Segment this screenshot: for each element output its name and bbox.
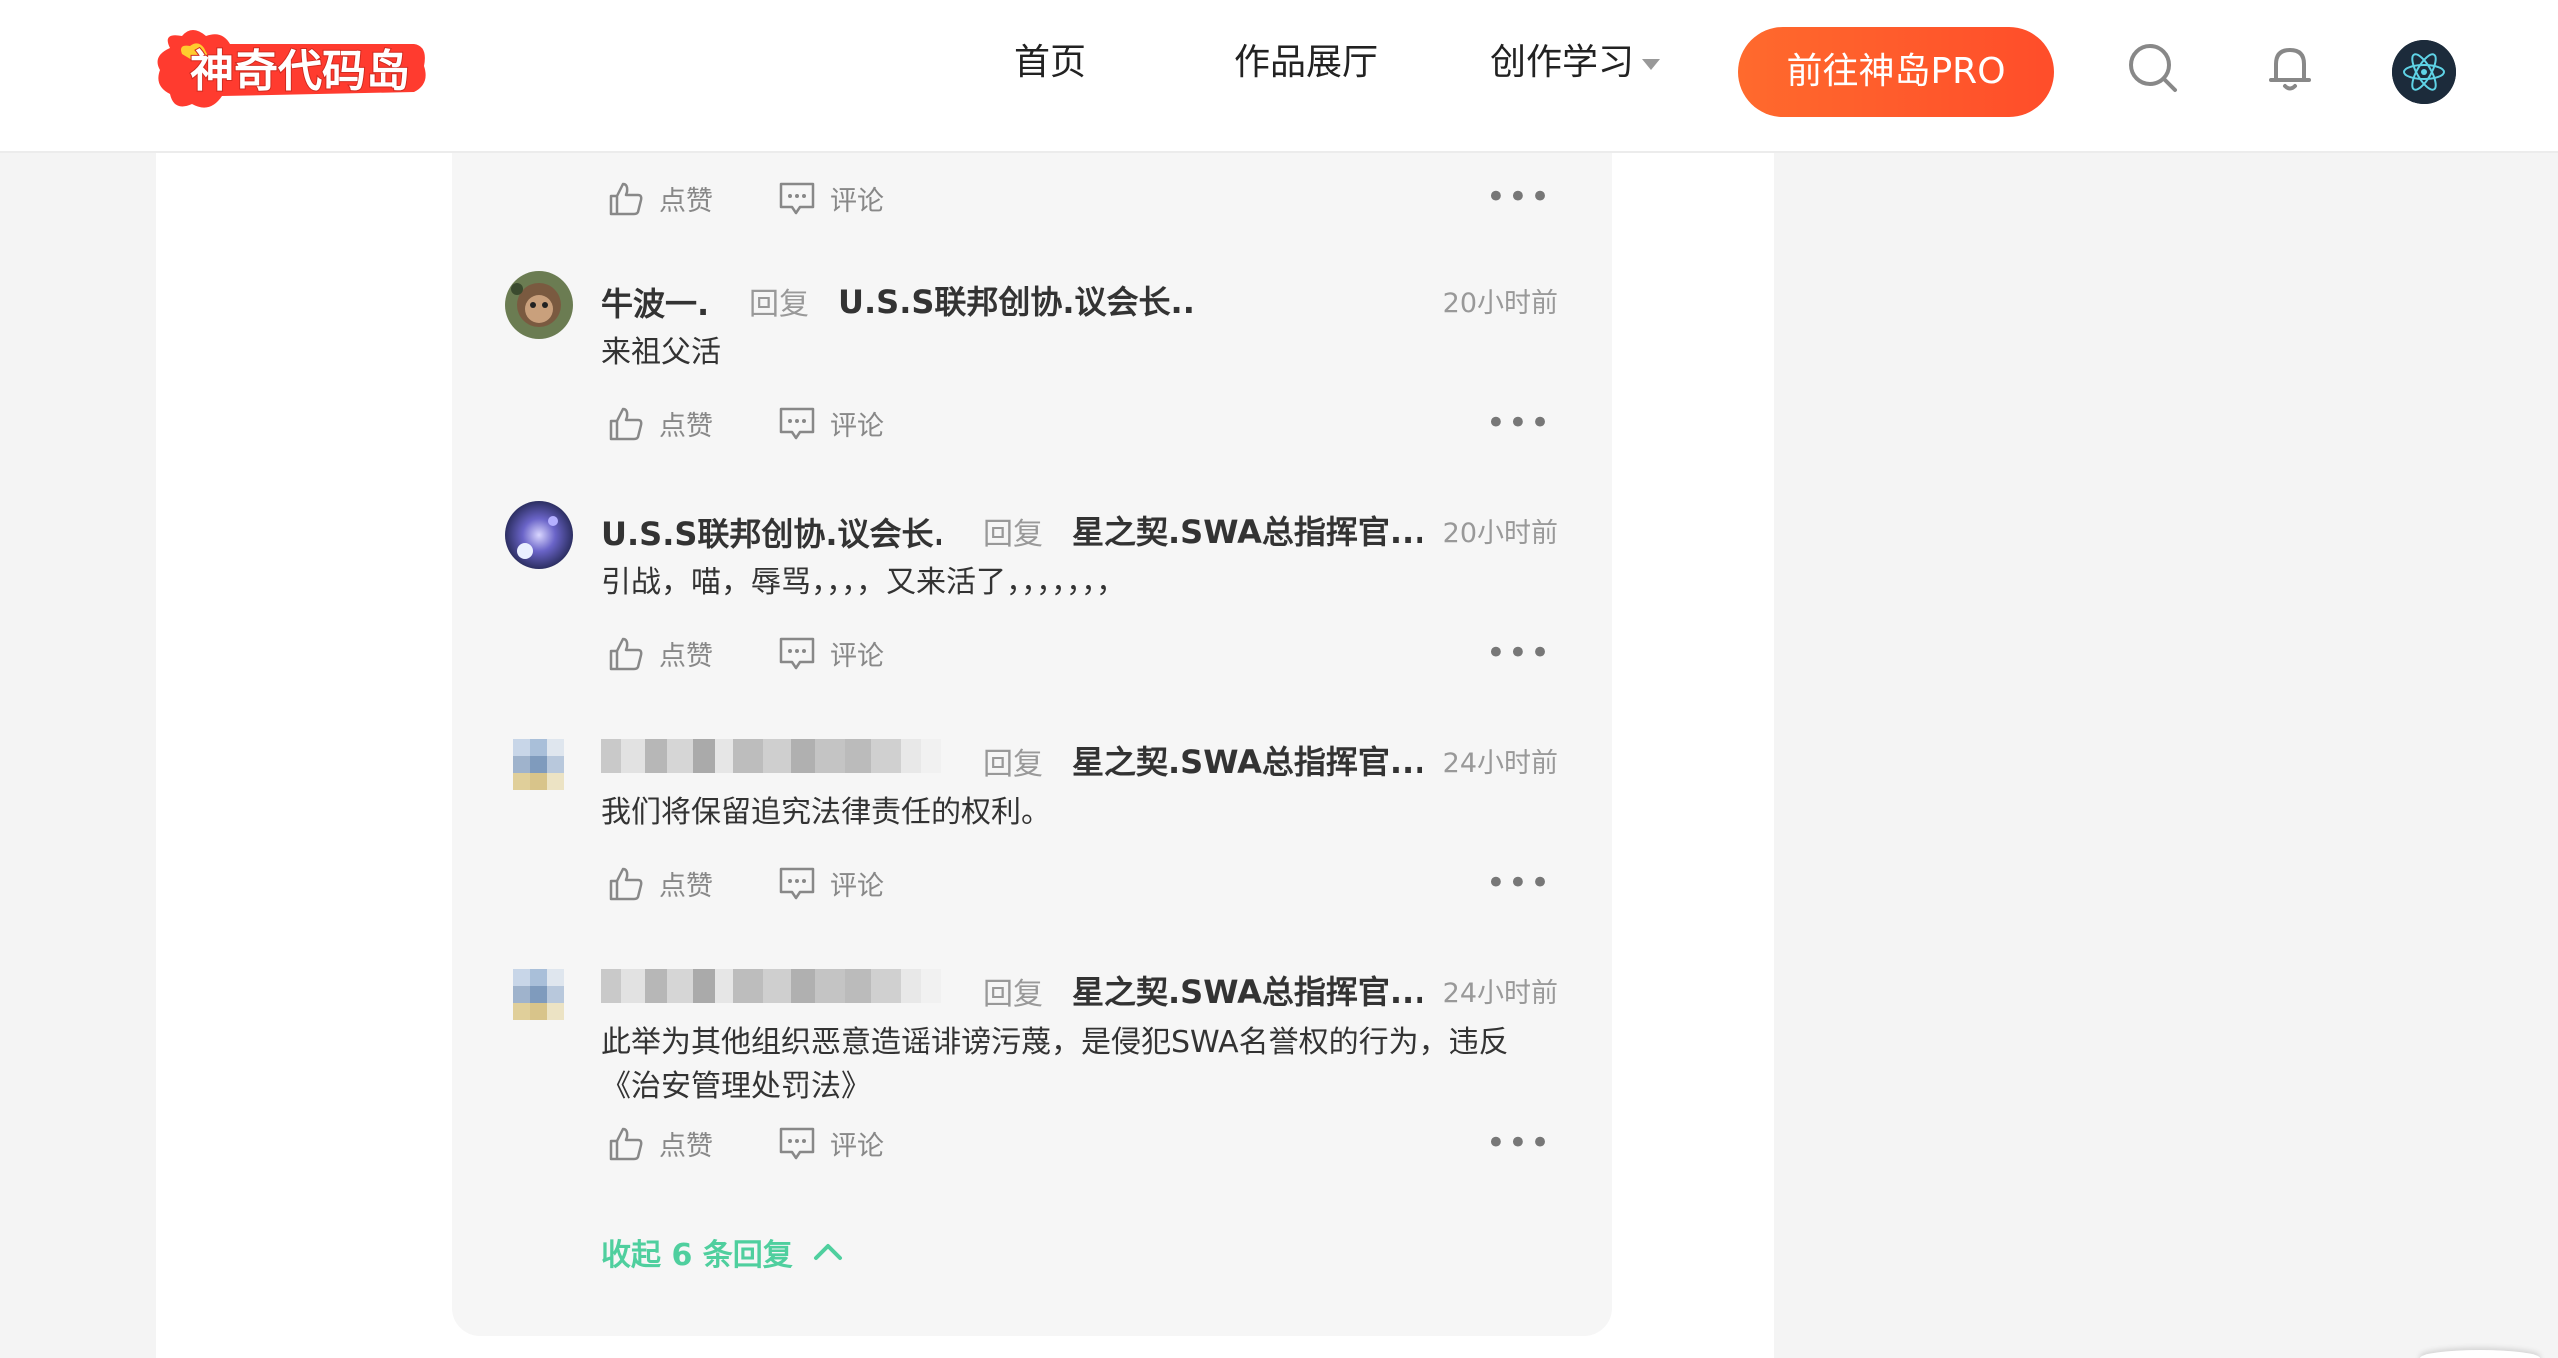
site-logo[interactable]: 神奇代码岛 [152,26,430,116]
reply-item: 回复 星之契.SWA总指挥官... 24小时前 我们将保留追究法律责任的权利。 … [452,731,1612,951]
comment-icon [779,637,815,669]
like-label: 点赞 [659,186,713,217]
reply-item: U.S.S联邦创协.议会长... 回复 星之契.SWA总指挥官... 20小时前… [452,501,1612,721]
like-button[interactable]: 点赞 [607,179,713,218]
comment-icon [779,407,815,439]
thumbs-up-icon [609,1127,643,1160]
reply-target[interactable]: 星之契.SWA总指挥官... [1072,737,1422,783]
reply-item: 牛波一. 回复 U.S.S联邦创协.议会长... 20小时前 来祖父活 点赞 评… [452,271,1612,491]
more-options-icon[interactable]: ••• [1486,1126,1552,1160]
comment-label: 评论 [830,411,884,442]
like-button[interactable]: 点赞 [607,634,713,673]
thumbs-up-icon [609,182,643,215]
reply-avatar[interactable] [505,731,573,799]
comment-button[interactable]: 评论 [778,179,884,218]
blurred-author-name [601,969,941,1003]
reply-content: 我们将保留追究法律责任的权利。 [601,795,1051,830]
reply-avatar[interactable] [505,961,573,1029]
comment-label: 评论 [830,641,884,672]
reply-target[interactable]: U.S.S联邦创协.议会长... [838,277,1198,323]
reply-author[interactable]: 牛波一. [601,279,709,325]
thumbs-up-icon [609,407,643,440]
nav-learn-label: 创作学习 [1490,42,1635,83]
reply-time: 24小时前 [1442,978,1558,1009]
comment-icon [779,1127,815,1159]
comment-icon [779,182,815,214]
like-label: 点赞 [659,1131,713,1162]
comment-icon [779,867,815,899]
comment-label: 评论 [830,186,884,217]
user-avatar[interactable] [2392,40,2456,104]
thumbs-up-icon [609,637,643,670]
comment-button[interactable]: 评论 [778,404,884,443]
reply-thread: 点赞 评论 ••• 牛波一. 回复 U.S.S联邦创协.议会长... 20小时前… [452,153,1612,1336]
reply-keyword: 回复 [749,287,809,322]
reply-target[interactable]: 星之契.SWA总指挥官... [1072,507,1422,553]
nav-home[interactable]: 首页 [1014,38,1086,88]
comment-button[interactable]: 评论 [778,634,884,673]
blurred-author-name [601,739,941,773]
reply-keyword: 回复 [983,977,1043,1012]
search-icon[interactable] [2125,40,2179,94]
reply-target[interactable]: 星之契.SWA总指挥官... [1072,967,1422,1013]
like-button[interactable]: 点赞 [607,404,713,443]
comment-button[interactable]: 评论 [778,864,884,903]
chevron-up-icon [813,1244,842,1260]
svg-text:神奇代码岛: 神奇代码岛 [190,46,410,97]
go-pro-button[interactable]: 前往神岛PRO [1738,27,2054,117]
comment-button[interactable]: 评论 [778,1124,884,1163]
collapse-replies-label: 收起 6 条回复 [601,1238,793,1273]
reply-content: 引战，喵，辱骂，，，，又来活了，，，，，，， [601,565,1126,600]
collapse-replies-button[interactable]: 收起 6 条回复 [601,1230,843,1274]
bell-icon[interactable] [2263,40,2317,94]
comment-label: 评论 [830,1131,884,1162]
top-navbar: 神奇代码岛 首页 作品展厅 创作学习 前往神岛PRO [0,0,2558,153]
like-button[interactable]: 点赞 [607,864,713,903]
reply-author[interactable]: U.S.S联邦创协.议会长... [601,509,941,555]
reply-time: 20小时前 [1442,288,1558,319]
thumbs-up-icon [609,867,643,900]
like-label: 点赞 [659,871,713,902]
more-options-icon[interactable]: ••• [1486,866,1552,900]
reply-time: 20小时前 [1442,518,1558,549]
like-label: 点赞 [659,411,713,442]
reply-avatar[interactable] [505,271,573,339]
nav-learn-dropdown[interactable]: 创作学习 [1490,38,1661,88]
reply-avatar[interactable] [505,501,573,569]
reply-item: 回复 星之契.SWA总指挥官... 24小时前 此举为其他组织恶意造谣诽谤污蔑，… [452,961,1612,1211]
reply-time: 24小时前 [1442,748,1558,779]
comment-label: 评论 [830,871,884,902]
floating-button-edge[interactable] [2420,1350,2540,1358]
reply-keyword: 回复 [983,517,1043,552]
like-label: 点赞 [659,641,713,672]
nav-gallery[interactable]: 作品展厅 [1234,38,1378,88]
more-options-icon[interactable]: ••• [1486,406,1552,440]
reply-actions: 点赞 评论 ••• [452,173,1612,223]
reply-content: 来祖父活 [601,335,721,370]
more-options-icon[interactable]: ••• [1486,636,1552,670]
caret-down-icon [1642,58,1661,70]
like-button[interactable]: 点赞 [607,1124,713,1163]
reply-content: 此举为其他组织恶意造谣诽谤污蔑，是侵犯SWA名誉权的行为，违反《治安管理处罚法》 [601,1025,1509,1104]
more-options-icon[interactable]: ••• [1486,180,1552,214]
reply-keyword: 回复 [983,747,1043,782]
